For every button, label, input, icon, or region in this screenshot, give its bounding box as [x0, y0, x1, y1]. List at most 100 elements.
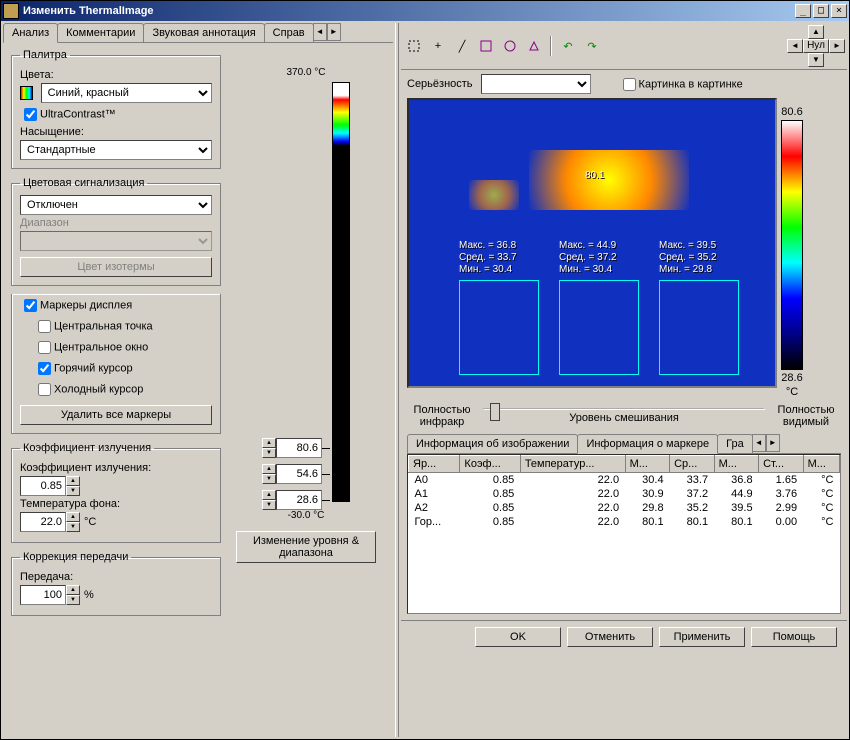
tool-rotate-right-icon[interactable]: ↷ — [581, 35, 603, 57]
tool-pointer-icon[interactable] — [403, 35, 425, 57]
scale-spin2[interactable]: ▲▼ — [262, 464, 330, 484]
cancel-button[interactable]: Отменить — [567, 627, 653, 647]
palette-group: Палитра Цвета: Синий, красный UltraContr… — [11, 49, 221, 169]
tab-gra[interactable]: Гра — [717, 434, 753, 453]
color-alarm-group: Цветовая сигнализация Отключен Диапазон … — [11, 177, 221, 286]
left-content: Палитра Цвета: Синий, красный UltraContr… — [3, 43, 393, 737]
scale-spin3[interactable]: ▲▼ — [262, 490, 330, 510]
titlebar: Изменить ThermalImage _ □ × — [1, 1, 849, 21]
table-row[interactable]: A00.8522.030.433.736.81.65°C — [409, 473, 840, 488]
tab-help[interactable]: Справ — [264, 23, 314, 42]
table-header[interactable]: М... — [625, 456, 670, 473]
level-span-button[interactable]: Изменение уровня & диапазона — [236, 531, 376, 563]
table-header[interactable]: М... — [714, 456, 759, 473]
nav-down-icon[interactable]: ▼ — [808, 53, 824, 67]
thermal-image[interactable]: 80.1 Макс. = 36.8 Сред. = 33.7 Мин. = 30… — [407, 98, 777, 388]
table-row[interactable]: A20.8522.029.835.239.52.99°C — [409, 501, 840, 515]
markers-group: Маркеры дисплея Центральная точка Центра… — [11, 294, 221, 434]
center-window-checkbox[interactable]: Центральное окно — [34, 338, 148, 357]
table-header[interactable]: Коэф... — [460, 456, 520, 473]
table-header[interactable]: Яр... — [409, 456, 460, 473]
center-point-checkbox[interactable]: Центральная точка — [34, 317, 153, 336]
tool-rect-icon[interactable] — [475, 35, 497, 57]
nav-right-icon[interactable]: ► — [829, 39, 845, 53]
tool-poly-icon[interactable] — [523, 35, 545, 57]
roi-a0[interactable] — [459, 280, 539, 375]
tool-ellipse-icon[interactable] — [499, 35, 521, 57]
tool-line-icon[interactable]: ╱ — [451, 35, 473, 57]
tab-marker-info[interactable]: Информация о маркере — [577, 434, 718, 454]
nav-center-button[interactable]: Нул — [803, 39, 829, 53]
severity-row: Серьёзность Картинка в картинке — [401, 70, 847, 98]
marker-table[interactable]: Яр...Коэф...Температур...М...Ср...М...Ст… — [407, 454, 841, 614]
slider-left-label: Полностью инфракр — [407, 404, 477, 428]
pip-checkbox[interactable]: Картинка в картинке — [619, 75, 743, 94]
transmission-legend: Коррекция передачи — [20, 551, 131, 563]
cold-cursor-checkbox[interactable]: Холодный курсор — [34, 380, 143, 399]
range-label: Диапазон — [20, 217, 212, 229]
table-row[interactable]: A10.8522.030.937.244.93.76°C — [409, 487, 840, 501]
spin-up-icon: ▲ — [66, 476, 80, 486]
controls-column: Палитра Цвета: Синий, красный UltraContr… — [11, 49, 221, 731]
severity-label: Серьёзность — [407, 78, 473, 90]
bgtemp-label: Температура фона: — [20, 498, 212, 510]
info-tab-right-icon[interactable]: ► — [766, 434, 780, 452]
app-icon — [3, 3, 19, 19]
tool-rotate-left-icon[interactable]: ↶ — [557, 35, 579, 57]
slider-thumb[interactable] — [490, 403, 500, 421]
left-pane: Анализ Комментарии Звуковая аннотация Сп… — [3, 23, 393, 737]
table-header[interactable]: М... — [803, 456, 839, 473]
info-tabs: Информация об изображении Информация о м… — [407, 434, 841, 454]
table-header[interactable]: Ст... — [759, 456, 804, 473]
close-button[interactable]: × — [831, 4, 847, 18]
minimize-button[interactable]: _ — [795, 4, 811, 18]
help-button[interactable]: Помощь — [751, 627, 837, 647]
roi-a1[interactable] — [559, 280, 639, 375]
apply-button[interactable]: Применить — [659, 627, 745, 647]
tool-cross-icon[interactable]: + — [427, 35, 449, 57]
ultracontrast-checkbox[interactable]: UltraContrast™ — [20, 105, 116, 124]
tab-image-info[interactable]: Информация об изображении — [407, 434, 578, 453]
table-header[interactable]: Температур... — [520, 456, 625, 473]
tab-analysis[interactable]: Анализ — [3, 23, 58, 43]
splitter[interactable] — [395, 23, 399, 737]
saturation-select[interactable]: Стандартные — [20, 140, 212, 160]
tab-comments[interactable]: Комментарии — [57, 23, 144, 42]
info-tab-left-icon[interactable]: ◄ — [752, 434, 766, 452]
scale-bar — [332, 82, 350, 502]
delete-markers-button[interactable]: Удалить все маркеры — [20, 405, 212, 425]
tab-audio[interactable]: Звуковая аннотация — [143, 23, 264, 42]
blend-slider[interactable] — [483, 408, 765, 410]
roi-a2[interactable] — [659, 280, 739, 375]
window-title: Изменить ThermalImage — [23, 5, 793, 17]
color-alarm-legend: Цветовая сигнализация — [20, 177, 147, 189]
tab-scroll-right-icon[interactable]: ► — [327, 23, 341, 41]
hot-cursor-checkbox[interactable]: Горячий курсор — [34, 359, 133, 378]
bgtemp-spinner[interactable]: ▲▼ — [20, 512, 80, 532]
spin-down-icon: ▼ — [66, 486, 80, 496]
transmit-spinner[interactable]: ▲▼ — [20, 585, 80, 605]
palette-legend: Палитра — [20, 49, 70, 61]
nav-left-icon[interactable]: ◄ — [787, 39, 803, 53]
maximize-button[interactable]: □ — [813, 4, 829, 18]
colors-select[interactable]: Синий, красный — [41, 83, 212, 103]
markers-enable-checkbox[interactable]: Маркеры дисплея — [20, 296, 132, 315]
transmit-label: Передача: — [20, 571, 73, 583]
table-row[interactable]: Гор...0.8522.080.180.180.10.00°C — [409, 515, 840, 529]
scale-spin1[interactable]: ▲▼ — [262, 438, 330, 458]
coeff-spinner[interactable]: ▲▼ — [20, 476, 212, 496]
emissivity-group: Коэффициент излучения Коэффициент излуче… — [11, 442, 221, 543]
bgtemp-unit: °C — [84, 516, 96, 528]
ok-button[interactable]: OK — [475, 627, 561, 647]
slider-center-label: Уровень смешивания — [569, 412, 679, 424]
tab-scroll-left-icon[interactable]: ◄ — [313, 23, 327, 41]
saturation-label: Насыщение: — [20, 126, 212, 138]
app-window: Изменить ThermalImage _ □ × Анализ Комме… — [0, 0, 850, 740]
severity-select[interactable] — [481, 74, 591, 94]
alarm-mode-select[interactable]: Отключен — [20, 195, 212, 215]
palette-swatch-icon — [20, 86, 33, 100]
nav-up-icon[interactable]: ▲ — [808, 25, 824, 39]
transmission-group: Коррекция передачи Передача: ▲▼ % — [11, 551, 221, 616]
table-header[interactable]: Ср... — [670, 456, 715, 473]
scale-top-label: 370.0 °C — [286, 67, 325, 78]
